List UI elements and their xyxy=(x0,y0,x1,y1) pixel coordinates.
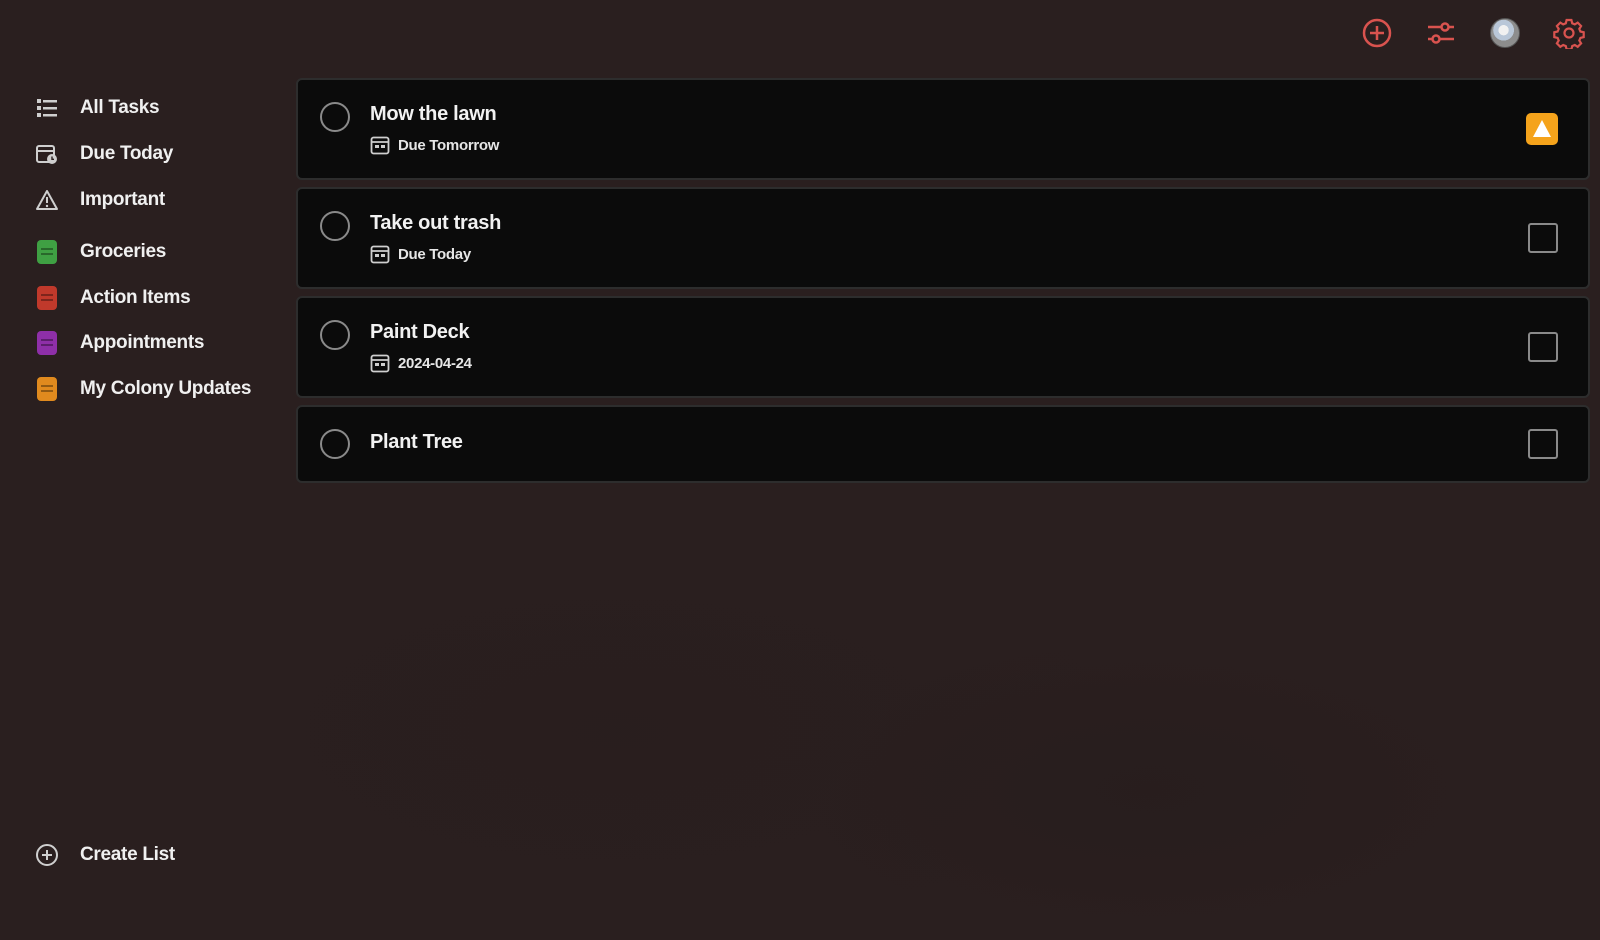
task-title: Take out trash xyxy=(370,212,502,234)
complete-radio[interactable] xyxy=(320,429,350,459)
sidebar-item-label: Due Today xyxy=(80,143,174,164)
task-card[interactable]: Paint Deck 2024-04-24 xyxy=(296,296,1590,398)
calendar-icon xyxy=(370,245,390,264)
sidebar-item-label: Appointments xyxy=(80,332,205,353)
calendar-icon xyxy=(370,354,390,373)
sidebar-item-appointments[interactable]: Appointments xyxy=(34,328,204,358)
warning-icon xyxy=(1533,120,1551,137)
important-checkbox[interactable] xyxy=(1528,429,1558,459)
task-title: Plant Tree xyxy=(370,431,463,453)
sidebar-item-label: Action Items xyxy=(80,287,191,308)
complete-radio[interactable] xyxy=(320,102,350,132)
add-circle-icon xyxy=(34,842,60,868)
task-card[interactable]: Mow the lawn Due Tomorrow xyxy=(296,78,1590,180)
background-shape xyxy=(800,640,1500,940)
task-due: 2024-04-24 xyxy=(370,353,472,373)
avatar xyxy=(1490,18,1520,48)
sidebar-item-label: My Colony Updates xyxy=(80,378,252,399)
sidebar-item-label: Important xyxy=(80,189,165,210)
add-circle-icon xyxy=(1362,18,1392,48)
calendar-clock-icon xyxy=(34,141,60,167)
gear-icon xyxy=(1553,18,1585,49)
task-due-text: 2024-04-24 xyxy=(398,354,472,372)
sliders-icon xyxy=(1428,22,1454,44)
task-title: Paint Deck xyxy=(370,321,470,343)
task-due: Due Today xyxy=(370,244,471,264)
task-due: Due Tomorrow xyxy=(370,135,499,155)
sidebar-item-groceries[interactable]: Groceries xyxy=(34,237,166,267)
task-card[interactable]: Take out trash Due Today xyxy=(296,187,1590,289)
important-checkbox[interactable] xyxy=(1528,332,1558,362)
list-color-icon xyxy=(34,239,60,265)
top-toolbar xyxy=(1360,16,1586,50)
task-card[interactable]: Plant Tree xyxy=(296,405,1590,483)
task-due-text: Due Today xyxy=(398,245,471,263)
sidebar-item-action-items[interactable]: Action Items xyxy=(34,283,191,313)
important-checkbox[interactable] xyxy=(1528,223,1558,253)
warning-icon xyxy=(34,187,60,213)
list-color-icon xyxy=(34,285,60,311)
sidebar-item-all-tasks[interactable]: All Tasks xyxy=(34,93,160,123)
sidebar-item-my-colony-updates[interactable]: My Colony Updates xyxy=(34,374,252,404)
create-list-label: Create List xyxy=(80,844,175,865)
complete-radio[interactable] xyxy=(320,320,350,350)
sidebar-item-label: All Tasks xyxy=(80,97,160,118)
list-color-icon xyxy=(34,330,60,356)
add-task-button[interactable] xyxy=(1360,16,1394,50)
list-color-icon xyxy=(34,376,60,402)
list-icon xyxy=(34,95,60,121)
complete-radio[interactable] xyxy=(320,211,350,241)
filter-button[interactable] xyxy=(1424,16,1458,50)
account-button[interactable] xyxy=(1488,16,1522,50)
create-list-button[interactable]: Create List xyxy=(34,842,175,868)
sidebar-item-important[interactable]: Important xyxy=(34,185,165,215)
important-toggle[interactable] xyxy=(1526,113,1558,145)
settings-button[interactable] xyxy=(1552,16,1586,50)
task-due-text: Due Tomorrow xyxy=(398,136,500,154)
sidebar-item-label: Groceries xyxy=(80,241,167,262)
sidebar-item-due-today[interactable]: Due Today xyxy=(34,139,173,169)
task-title: Mow the lawn xyxy=(370,103,497,125)
calendar-icon xyxy=(370,136,390,155)
